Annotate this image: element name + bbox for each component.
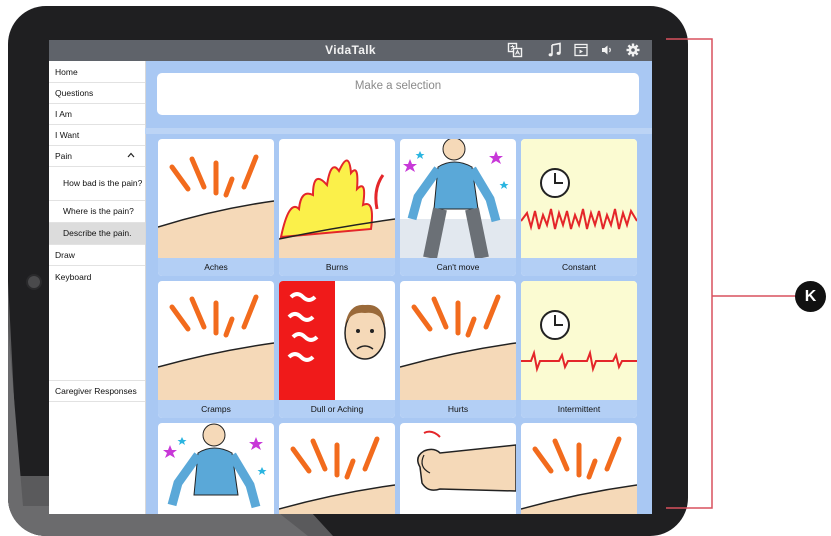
tile-constant[interactable]: Constant — [521, 139, 637, 276]
sidebar-item-label: Home — [55, 66, 78, 77]
sidebar-item-pain[interactable]: Pain — [49, 146, 145, 167]
selection-placeholder: Make a selection — [354, 80, 442, 92]
tile-hurts[interactable]: Hurts — [400, 281, 516, 418]
tile-label: Aches — [158, 258, 274, 276]
ache-lines-icon — [158, 294, 274, 400]
sidebar-item-where[interactable]: Where is the pain? — [49, 201, 145, 223]
sidebar-item-questions[interactable]: Questions — [49, 83, 145, 104]
sidebar-item-label: I Am — [55, 109, 73, 119]
app-screen: VidaTalk Home Questions I Am I Want Pain… — [49, 40, 652, 514]
tile-stiff[interactable] — [158, 423, 274, 514]
tile-label: Cramps — [158, 400, 274, 418]
tile-aches[interactable]: Aches — [158, 139, 274, 276]
tile-ache-4[interactable] — [521, 423, 637, 514]
tile-intermittent[interactable]: Intermittent — [521, 281, 637, 418]
tile-label: Intermittent — [521, 400, 637, 418]
tile-hand[interactable] — [400, 423, 516, 514]
sidebar-item-describe[interactable]: Describe the pain. — [49, 223, 145, 245]
hand-icon — [417, 430, 516, 492]
ache-lines-icon — [279, 436, 395, 514]
caregiver-responses-button[interactable]: Caregiver Responses — [49, 380, 145, 402]
translate-icon[interactable] — [507, 42, 523, 58]
ache-lines-icon — [521, 436, 637, 514]
stiff-person-icon — [400, 139, 516, 258]
ache-lines-icon — [400, 294, 516, 400]
video-icon[interactable] — [573, 42, 589, 58]
sidebar-item-draw[interactable]: Draw — [49, 245, 145, 266]
sidebar-item-label: Questions — [55, 88, 94, 98]
sidebar-item-label: Pain — [55, 151, 73, 161]
annotation-bracket — [666, 38, 796, 509]
sidebar-item-label: Draw — [55, 250, 75, 260]
clock-intermittent-icon — [521, 281, 637, 400]
camera-dot — [26, 274, 42, 290]
sidebar: Home Questions I Am I Want Pain How bad … — [49, 61, 146, 514]
sidebar-item-label: I Want — [55, 130, 80, 140]
sidebar-item-label: Describe the pain. — [63, 228, 132, 238]
tile-ache-3[interactable] — [279, 423, 395, 514]
sidebar-item-label: Where is the pain? — [63, 206, 134, 216]
tile-label: Burns — [279, 258, 395, 276]
sidebar-item-i-want[interactable]: I Want — [49, 125, 145, 146]
caregiver-label: Caregiver Responses — [55, 386, 137, 396]
tile-label: Dull or Aching — [279, 400, 395, 418]
clock-constant-icon — [521, 139, 637, 258]
divider-band — [145, 128, 652, 134]
sidebar-item-keyboard[interactable]: Keyboard — [49, 266, 145, 287]
sidebar-item-label: Keyboard — [55, 271, 92, 282]
sidebar-item-how-bad[interactable]: How bad is the pain? — [49, 167, 145, 201]
volume-icon[interactable] — [599, 42, 615, 58]
sidebar-item-label: How bad is the pain? — [63, 178, 143, 188]
dull-face-icon — [279, 281, 386, 400]
flames-icon — [279, 159, 395, 258]
sidebar-item-home[interactable]: Home — [49, 61, 145, 83]
tile-label: Constant — [521, 258, 637, 276]
tile-cant-move[interactable]: Can't move — [400, 139, 516, 276]
ache-lines-icon — [158, 154, 274, 258]
music-icon[interactable] — [547, 42, 563, 58]
annotation-badge: K — [795, 281, 826, 312]
tile-label: Can't move — [400, 258, 516, 276]
chevron-up-icon — [127, 152, 135, 158]
top-bar: VidaTalk — [49, 40, 652, 61]
tile-burns[interactable]: Burns — [279, 139, 395, 276]
tile-dull-aching[interactable]: Dull or Aching — [279, 281, 395, 418]
tile-cramps[interactable]: Cramps — [158, 281, 274, 418]
stiff-person-icon — [163, 423, 267, 509]
selection-bar[interactable]: Make a selection — [157, 73, 639, 115]
tile-label: Hurts — [400, 400, 516, 418]
gear-icon[interactable] — [625, 42, 641, 58]
sidebar-item-i-am[interactable]: I Am — [49, 104, 145, 125]
